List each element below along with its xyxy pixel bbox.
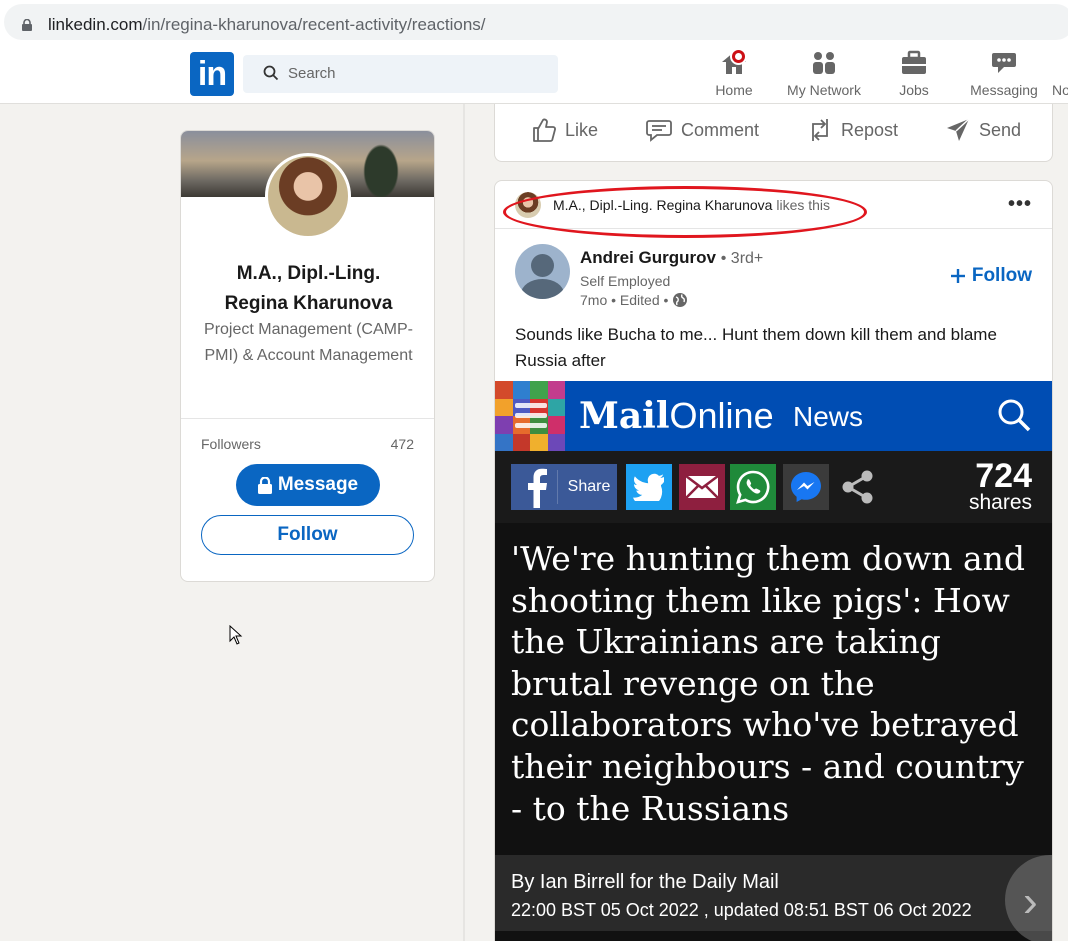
home-icon (712, 48, 756, 78)
post-text: Sounds like Bucha to me... Hunt them dow… (515, 325, 997, 370)
facebook-icon (527, 468, 558, 508)
twitter-icon (633, 473, 664, 501)
linkedin-logo[interactable]: in (190, 52, 234, 96)
post-meta: 7mo • Edited • (580, 292, 688, 308)
repost-label: Repost (841, 119, 899, 140)
article-image[interactable]: MailOnline News Share 724 shares 'We're … (495, 381, 1052, 941)
section-label: News (793, 401, 864, 432)
article-dateline: 22:00 BST 05 Oct 2022 , updated 08:51 BS… (511, 900, 972, 920)
previous-post-actions: Like Comment Repost Send (494, 104, 1053, 162)
url-text: linkedin.com/in/regina-kharunova/recent-… (48, 15, 486, 35)
author-name[interactable]: Andrei Gurgurov (580, 248, 716, 267)
like-label: Like (565, 119, 599, 140)
profile-follow-label: Follow (277, 524, 338, 545)
message-button-label: Message (277, 474, 359, 495)
whatsapp-icon (736, 470, 770, 504)
author-headline: Self Employed (580, 273, 671, 289)
email-icon (685, 475, 719, 499)
followers-count: 472 (390, 436, 414, 452)
lock-icon (257, 476, 272, 494)
feed-post: M.A., Dipl.-Ling. Regina Kharunova likes… (494, 180, 1053, 941)
reaction-header: M.A., Dipl.-Ling. Regina Kharunova likes… (495, 181, 1052, 238)
search-placeholder: Search (288, 65, 336, 82)
nav-my-network[interactable]: My Network (782, 50, 866, 98)
followers-label: Followers (201, 436, 261, 452)
share-count-label: shares (968, 491, 1032, 514)
url-field[interactable]: linkedin.com/in/regina-kharunova/recent-… (4, 4, 1068, 40)
network-icon (782, 50, 866, 78)
nav-notifications-label: No (1052, 82, 1068, 98)
comment-button[interactable]: Comment (645, 110, 759, 150)
mail-header: MailOnline News (495, 381, 1052, 451)
messenger-icon (791, 472, 821, 502)
author-name-row: Andrei Gurgurov • 3rd+ (580, 248, 763, 268)
profile-card: M.A., Dipl.-Ling. Regina Kharunova Proje… (180, 130, 435, 582)
send-label: Send (979, 119, 1022, 140)
author-follow-button[interactable]: Follow (950, 265, 1032, 287)
search-icon (998, 399, 1031, 432)
message-button[interactable]: Message (236, 464, 380, 506)
nav-jobs-label: Jobs (899, 82, 929, 98)
url-host: linkedin.com (48, 15, 143, 34)
nav-home-label: Home (715, 82, 753, 98)
hamburger-menu-icon (515, 403, 547, 433)
notification-badge (730, 48, 747, 65)
post-timestamp: 7mo • Edited • (580, 292, 669, 308)
author-avatar[interactable] (515, 244, 570, 299)
globe-icon (673, 293, 688, 307)
comment-icon (646, 120, 672, 142)
profile-name-line1: M.A., Dipl.-Ling. (236, 263, 381, 284)
nav-home[interactable]: Home (712, 48, 756, 98)
profile-name-line2: Regina Kharunova (224, 293, 393, 314)
comment-label: Comment (681, 119, 760, 140)
search-input[interactable]: Search (243, 55, 558, 93)
logo-online: Online (669, 395, 774, 436)
like-button[interactable]: Like (531, 110, 598, 150)
plus-icon (950, 269, 965, 283)
author-follow-label: Follow (971, 265, 1032, 286)
article-byline: By Ian Birrell for the Daily Mail (511, 871, 779, 893)
mouse-cursor-icon (229, 625, 243, 645)
nav-notifications[interactable]: No (1051, 50, 1068, 98)
briefcase-icon (895, 50, 933, 78)
share-label: Share (567, 478, 611, 495)
nav-messaging[interactable]: Messaging (966, 50, 1042, 98)
column-divider (463, 104, 465, 941)
mailonline-logo: MailOnline (579, 395, 774, 437)
profile-follow-button[interactable]: Follow (201, 515, 414, 555)
repost-icon (812, 119, 828, 141)
share-count: 724 (975, 457, 1032, 495)
messenger-share-button (783, 464, 829, 510)
facebook-share-button: Share (511, 464, 617, 510)
red-highlight-circle (503, 186, 867, 238)
twitter-share-button (626, 464, 672, 510)
logo-mail: Mail (579, 395, 670, 437)
profile-headline: Project Management (CAMP-PMI) & Account … (204, 321, 413, 364)
nav-my-network-label: My Network (787, 82, 861, 98)
connection-degree: • 3rd+ (720, 250, 764, 267)
linkedin-top-nav: in Search Home My Network Jobs Messaging… (0, 44, 1068, 104)
article-headline: 'We're hunting them down and shooting th… (511, 539, 1025, 828)
email-share-button (679, 464, 725, 510)
nav-jobs[interactable]: Jobs (895, 50, 933, 98)
messaging-icon (966, 50, 1042, 78)
more-options-icon[interactable]: ••• (1008, 193, 1032, 216)
share-bar: Share 724 shares (495, 451, 1052, 523)
send-button[interactable]: Send (945, 110, 1021, 150)
send-icon (947, 118, 970, 141)
profile-separator (181, 418, 434, 419)
more-share-button (835, 464, 881, 510)
profile-name[interactable]: M.A., Dipl.-Ling. Regina Kharunova (181, 259, 434, 319)
browser-address-bar: linkedin.com/in/regina-kharunova/recent-… (0, 0, 1068, 44)
chevron-right-icon: › (1023, 877, 1038, 926)
whatsapp-share-button (730, 464, 776, 510)
search-icon (263, 65, 279, 81)
url-path: /in/regina-kharunova/recent-activity/rea… (142, 15, 486, 34)
nav-messaging-label: Messaging (970, 82, 1038, 98)
repost-button[interactable]: Repost (807, 110, 898, 150)
share-icon (842, 470, 873, 504)
profile-avatar[interactable] (265, 153, 351, 239)
lock-icon (22, 19, 32, 31)
thumbs-up-icon (533, 118, 556, 142)
